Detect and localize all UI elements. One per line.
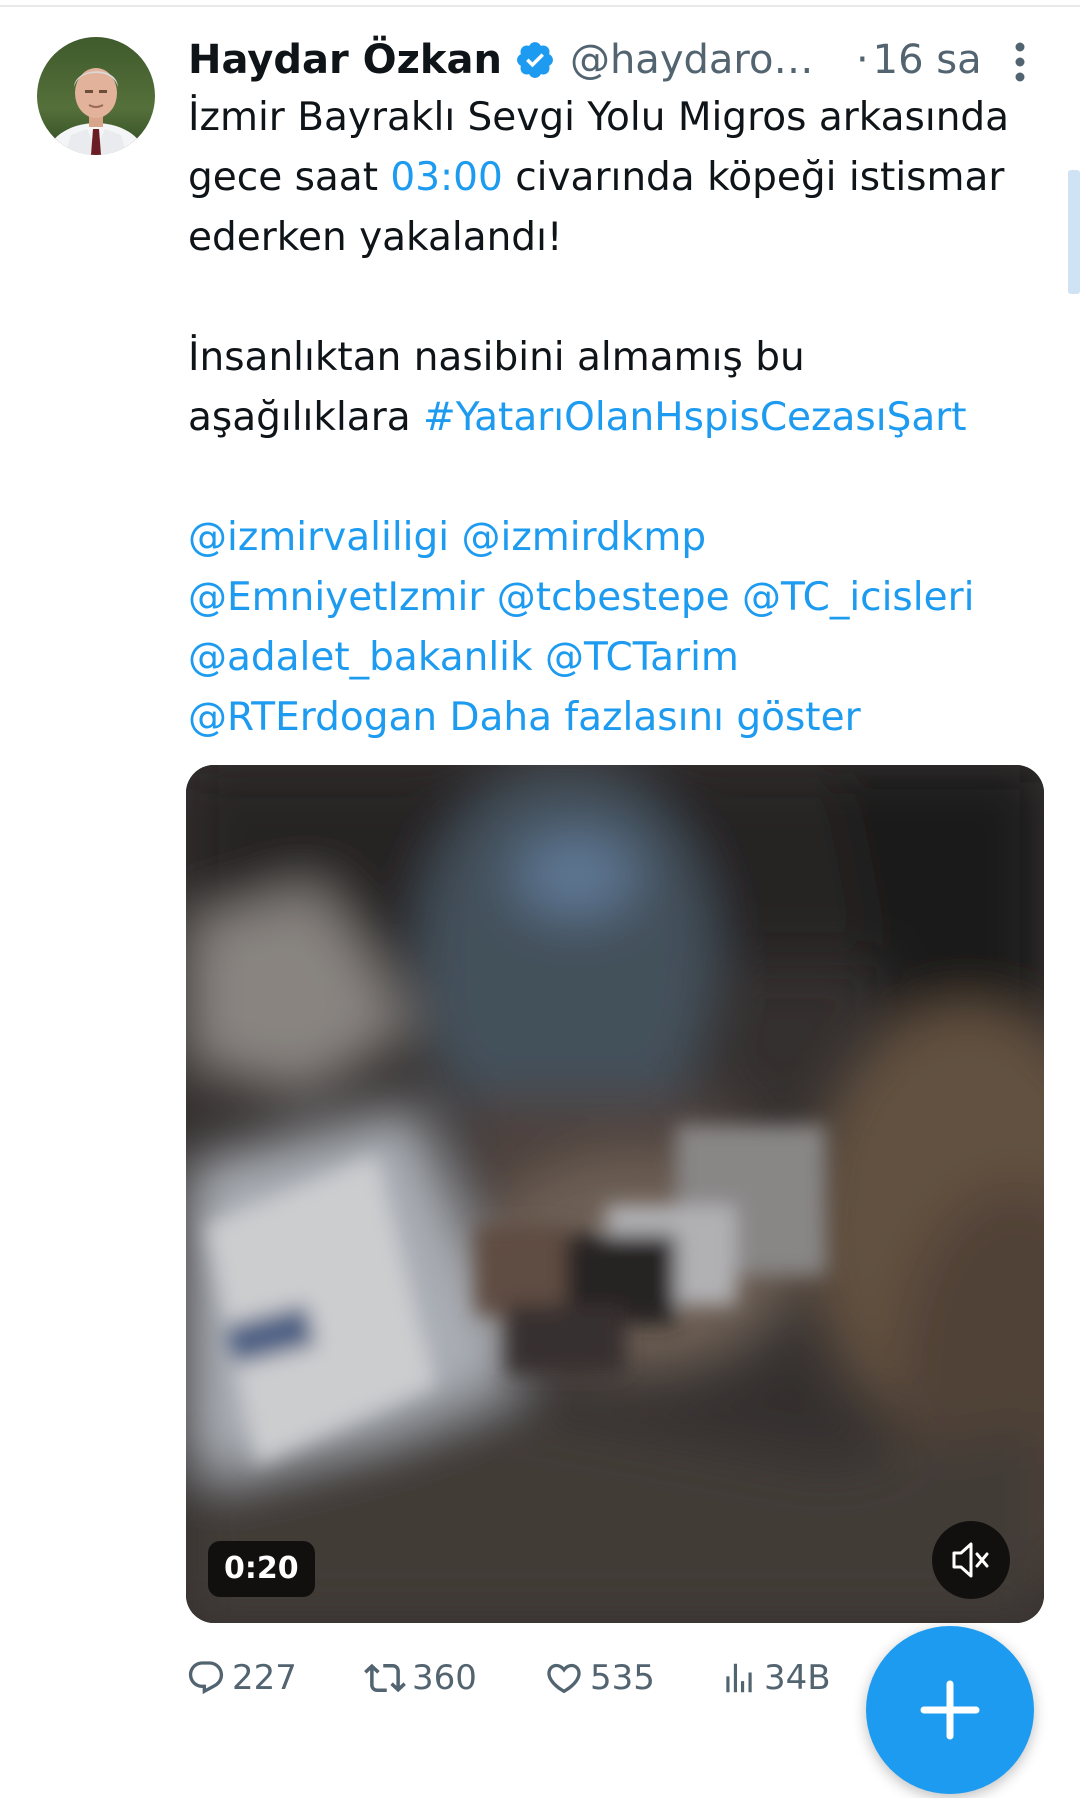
tweet-header: Haydar Özkan @haydaroz... · 16 sa [188,30,1048,90]
mentions-line: @RTErdogan Daha fazlasını göster [188,688,1058,748]
more-vertical-icon[interactable] [1008,40,1032,84]
mention-link[interactable]: @TC_icisleri [742,575,974,620]
like-button[interactable]: 535 [544,1650,655,1706]
text-segment: ederken yakalandı! [188,215,563,260]
show-more-link[interactable]: Daha fazlasını göster [449,695,860,740]
plus-icon [920,1680,980,1740]
views-chart-icon [726,1663,752,1693]
mention-link[interactable]: @TCTarim [545,635,739,680]
text-segment: civarında köpeği istismar [502,155,1005,200]
retweet-button[interactable]: 360 [364,1650,477,1706]
reply-button[interactable]: 227 [186,1650,297,1706]
mention-link[interactable]: @izmirdkmp [462,515,707,560]
reply-icon [188,1661,224,1695]
tweet-text-line: İzmir Bayraklı Sevgi Yolu Migros arkasın… [188,88,1058,148]
mention-link[interactable]: @RTErdogan [188,695,437,740]
text-segment: İzmir Bayraklı Sevgi Yolu Migros arkasın… [188,95,1010,140]
mention-link[interactable]: @izmirvaliligi [188,515,449,560]
avatar[interactable] [37,37,155,155]
text-segment: gece saat [188,155,391,200]
time-separator: · [855,37,869,83]
mentions-line: @adalet_bakanlik @TCTarim [188,628,1058,688]
display-name[interactable]: Haydar Özkan [188,37,502,83]
tweet-text-line: gece saat 03:00 civarında köpeği istisma… [188,148,1058,208]
video-frame [186,765,1044,1623]
tweet-actions-bar: 227 360 535 34B [186,1650,866,1706]
views-count: 34B [764,1658,831,1698]
timestamp[interactable]: 16 sa [873,37,982,83]
tweet-text-line: aşağılıklara #YatarıOlanHspisCezasıŞart [188,388,1058,448]
tweet-article[interactable]: Haydar Özkan @haydaroz... · 16 sa İzmir … [0,0,1080,1794]
video-duration-badge: 0:20 [208,1541,315,1597]
mentions-line: @EmniyetIzmir @tcbestepe @TC_icisleri [188,568,1058,628]
tweet-text-line: ederken yakalandı! [188,208,1058,268]
video-player[interactable]: 0:20 [186,765,1044,1623]
like-count: 535 [590,1658,655,1698]
compose-button[interactable] [866,1626,1034,1794]
volume-muted-icon [952,1542,989,1578]
time-link[interactable]: 03:00 [390,155,502,200]
mention-link[interactable]: @EmniyetIzmir [188,575,484,620]
text-segment: İnsanlıktan nasibini almamış bu [188,335,805,380]
retweet-count: 360 [412,1658,477,1698]
heart-icon [547,1663,581,1694]
mention-link[interactable]: @adalet_bakanlik [188,635,533,680]
mentions-line: @izmirvaliligi @izmirdkmp [188,508,1058,568]
reply-count: 227 [232,1658,297,1698]
text-segment: aşağılıklara [188,395,424,440]
mute-button[interactable] [932,1521,1010,1599]
views-button[interactable]: 34B [720,1650,831,1706]
hashtag-link[interactable]: #YatarıOlanHspisCezasıŞart [423,395,967,440]
author-handle[interactable]: @haydaroz... [570,37,830,83]
tweet-text: İzmir Bayraklı Sevgi Yolu Migros arkasın… [188,88,1058,748]
retweet-icon [364,1663,406,1693]
mention-link[interactable]: @tcbestepe [497,575,730,620]
scrollbar-thumb[interactable] [1068,170,1080,294]
tweet-text-line: İnsanlıktan nasibini almamış bu [188,328,1058,388]
verified-badge-icon[interactable] [514,39,556,81]
